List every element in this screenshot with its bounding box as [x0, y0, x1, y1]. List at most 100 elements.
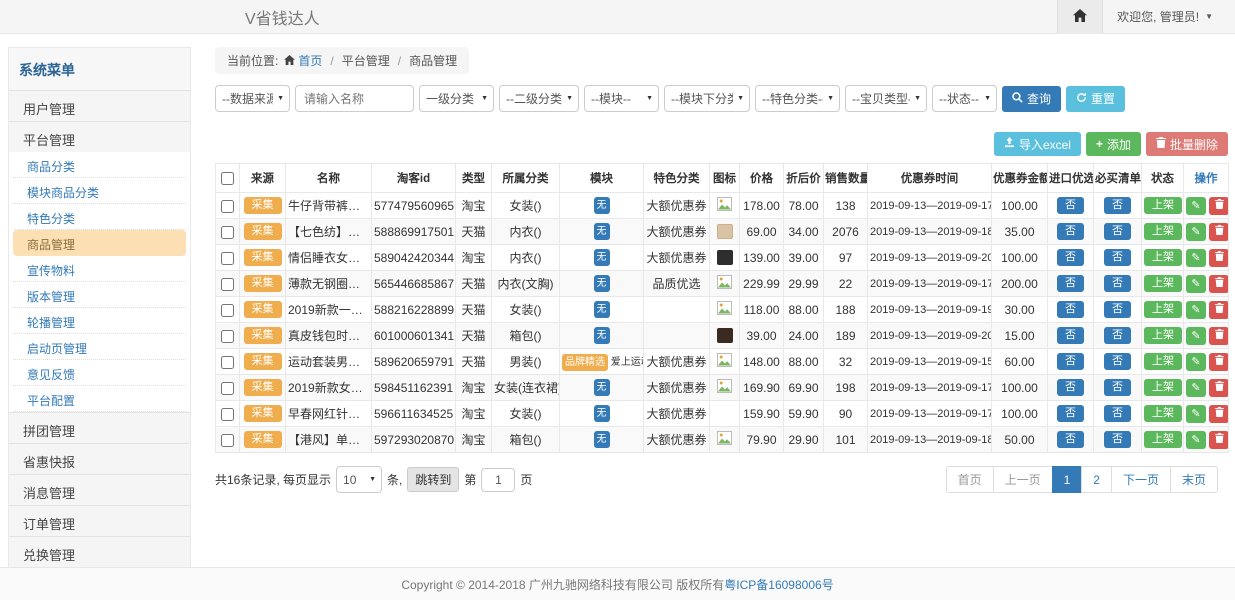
status-button[interactable]: 上架: [1144, 431, 1182, 448]
page-size-select[interactable]: 10: [336, 466, 382, 493]
icp-link[interactable]: 粤ICP备16098006号: [724, 576, 833, 593]
sidebar-subitem-5[interactable]: 版本管理: [13, 282, 186, 308]
must-buy-toggle[interactable]: 否: [1104, 197, 1131, 214]
import-select-toggle[interactable]: 否: [1057, 353, 1084, 370]
delete-button[interactable]: [1209, 405, 1228, 423]
status-button[interactable]: 上架: [1144, 379, 1182, 396]
name-search-input[interactable]: [295, 85, 414, 112]
edit-button[interactable]: ✎: [1186, 249, 1206, 267]
sidebar-subitem-9[interactable]: 平台配置: [13, 386, 186, 412]
import-select-toggle[interactable]: 否: [1057, 405, 1084, 422]
must-buy-toggle[interactable]: 否: [1104, 223, 1131, 240]
filter-module-select[interactable]: --模块--: [584, 85, 659, 112]
delete-button[interactable]: [1209, 249, 1228, 267]
sidebar-item-group-4[interactable]: 兑换管理: [9, 536, 190, 567]
status-button[interactable]: 上架: [1144, 249, 1182, 266]
import-select-toggle[interactable]: 否: [1057, 379, 1084, 396]
import-excel-button[interactable]: 导入excel: [994, 132, 1081, 156]
row-checkbox[interactable]: [221, 330, 234, 343]
sidebar-item-group-3[interactable]: 订单管理: [9, 505, 190, 536]
edit-button[interactable]: ✎: [1186, 301, 1206, 319]
breadcrumb-home-link[interactable]: 首页: [284, 52, 322, 69]
row-checkbox[interactable]: [221, 226, 234, 239]
import-select-toggle[interactable]: 否: [1057, 249, 1084, 266]
delete-button[interactable]: [1209, 223, 1228, 241]
sidebar-subitem-0[interactable]: 商品分类: [13, 152, 186, 178]
import-select-toggle[interactable]: 否: [1057, 197, 1084, 214]
edit-button[interactable]: ✎: [1186, 275, 1206, 293]
edit-button[interactable]: ✎: [1186, 223, 1206, 241]
filter-module-subcategory-select[interactable]: --模块下分类--: [664, 85, 750, 112]
jump-button[interactable]: 跳转到: [407, 467, 459, 492]
edit-button[interactable]: ✎: [1186, 379, 1206, 397]
row-checkbox[interactable]: [221, 200, 234, 213]
must-buy-toggle[interactable]: 否: [1104, 353, 1131, 370]
must-buy-toggle[interactable]: 否: [1104, 405, 1131, 422]
page-btn-first[interactable]: 首页: [946, 466, 994, 493]
sidebar-subitem-1[interactable]: 模块商品分类: [13, 178, 186, 204]
sidebar-subitem-8[interactable]: 意见反馈: [13, 360, 186, 386]
reset-button[interactable]: 重置: [1066, 86, 1125, 112]
row-checkbox[interactable]: [221, 304, 234, 317]
page-btn-1[interactable]: 1: [1052, 466, 1083, 493]
filter-feature-category-select[interactable]: --特色分类--: [755, 85, 840, 112]
import-select-toggle[interactable]: 否: [1057, 327, 1084, 344]
filter-item-type-select[interactable]: --宝贝类型--: [845, 85, 927, 112]
filter-data-source-select[interactable]: --数据来源--: [215, 85, 290, 112]
home-button[interactable]: [1057, 0, 1103, 34]
must-buy-toggle[interactable]: 否: [1104, 327, 1131, 344]
delete-button[interactable]: [1209, 379, 1228, 397]
status-button[interactable]: 上架: [1144, 301, 1182, 318]
search-button[interactable]: 查询: [1002, 86, 1061, 112]
delete-button[interactable]: [1209, 431, 1228, 449]
edit-button[interactable]: ✎: [1186, 353, 1206, 371]
edit-button[interactable]: ✎: [1186, 197, 1206, 215]
sidebar-subitem-2[interactable]: 特色分类: [13, 204, 186, 230]
user-menu[interactable]: 欢迎您, 管理员! ▼: [1103, 8, 1235, 25]
import-select-toggle[interactable]: 否: [1057, 275, 1084, 292]
must-buy-toggle[interactable]: 否: [1104, 431, 1131, 448]
edit-button[interactable]: ✎: [1186, 327, 1206, 345]
page-btn-2[interactable]: 2: [1081, 466, 1112, 493]
row-checkbox[interactable]: [221, 278, 234, 291]
filter-status-select[interactable]: --状态--: [932, 85, 997, 112]
sidebar-item-users[interactable]: 用户管理: [9, 90, 190, 121]
sidebar-subitem-6[interactable]: 轮播管理: [13, 308, 186, 334]
row-checkbox[interactable]: [221, 356, 234, 369]
status-button[interactable]: 上架: [1144, 197, 1182, 214]
select-all-checkbox[interactable]: [221, 172, 234, 185]
status-button[interactable]: 上架: [1144, 353, 1182, 370]
add-button[interactable]: + 添加: [1086, 132, 1141, 156]
row-checkbox[interactable]: [221, 252, 234, 265]
sidebar-subitem-4[interactable]: 宣传物料: [13, 256, 186, 282]
sidebar-item-group-1[interactable]: 省惠快报: [9, 443, 190, 474]
delete-button[interactable]: [1209, 197, 1228, 215]
page-btn-next[interactable]: 下一页: [1111, 466, 1171, 493]
row-checkbox[interactable]: [221, 408, 234, 421]
jump-page-input[interactable]: [481, 468, 515, 492]
sidebar-subitem-3[interactable]: 商品管理: [13, 230, 186, 256]
import-select-toggle[interactable]: 否: [1057, 301, 1084, 318]
must-buy-toggle[interactable]: 否: [1104, 301, 1131, 318]
import-select-toggle[interactable]: 否: [1057, 223, 1084, 240]
batch-delete-button[interactable]: 批量删除: [1146, 132, 1228, 156]
filter-level2-category-select[interactable]: --二级分类--: [499, 85, 579, 112]
status-button[interactable]: 上架: [1144, 275, 1182, 292]
delete-button[interactable]: [1209, 301, 1228, 319]
page-btn-prev[interactable]: 上一页: [993, 466, 1053, 493]
sidebar-subitem-7[interactable]: 启动页管理: [13, 334, 186, 360]
import-select-toggle[interactable]: 否: [1057, 431, 1084, 448]
sidebar-item-platform[interactable]: 平台管理: [9, 121, 190, 152]
delete-button[interactable]: [1209, 353, 1228, 371]
edit-button[interactable]: ✎: [1186, 405, 1206, 423]
page-btn-last[interactable]: 末页: [1170, 466, 1218, 493]
filter-level1-category-select[interactable]: 一级分类: [419, 85, 494, 112]
status-button[interactable]: 上架: [1144, 327, 1182, 344]
delete-button[interactable]: [1209, 275, 1228, 293]
delete-button[interactable]: [1209, 327, 1228, 345]
status-button[interactable]: 上架: [1144, 223, 1182, 240]
must-buy-toggle[interactable]: 否: [1104, 275, 1131, 292]
row-checkbox[interactable]: [221, 434, 234, 447]
edit-button[interactable]: ✎: [1186, 431, 1206, 449]
sidebar-item-group-0[interactable]: 拼团管理: [9, 412, 190, 443]
